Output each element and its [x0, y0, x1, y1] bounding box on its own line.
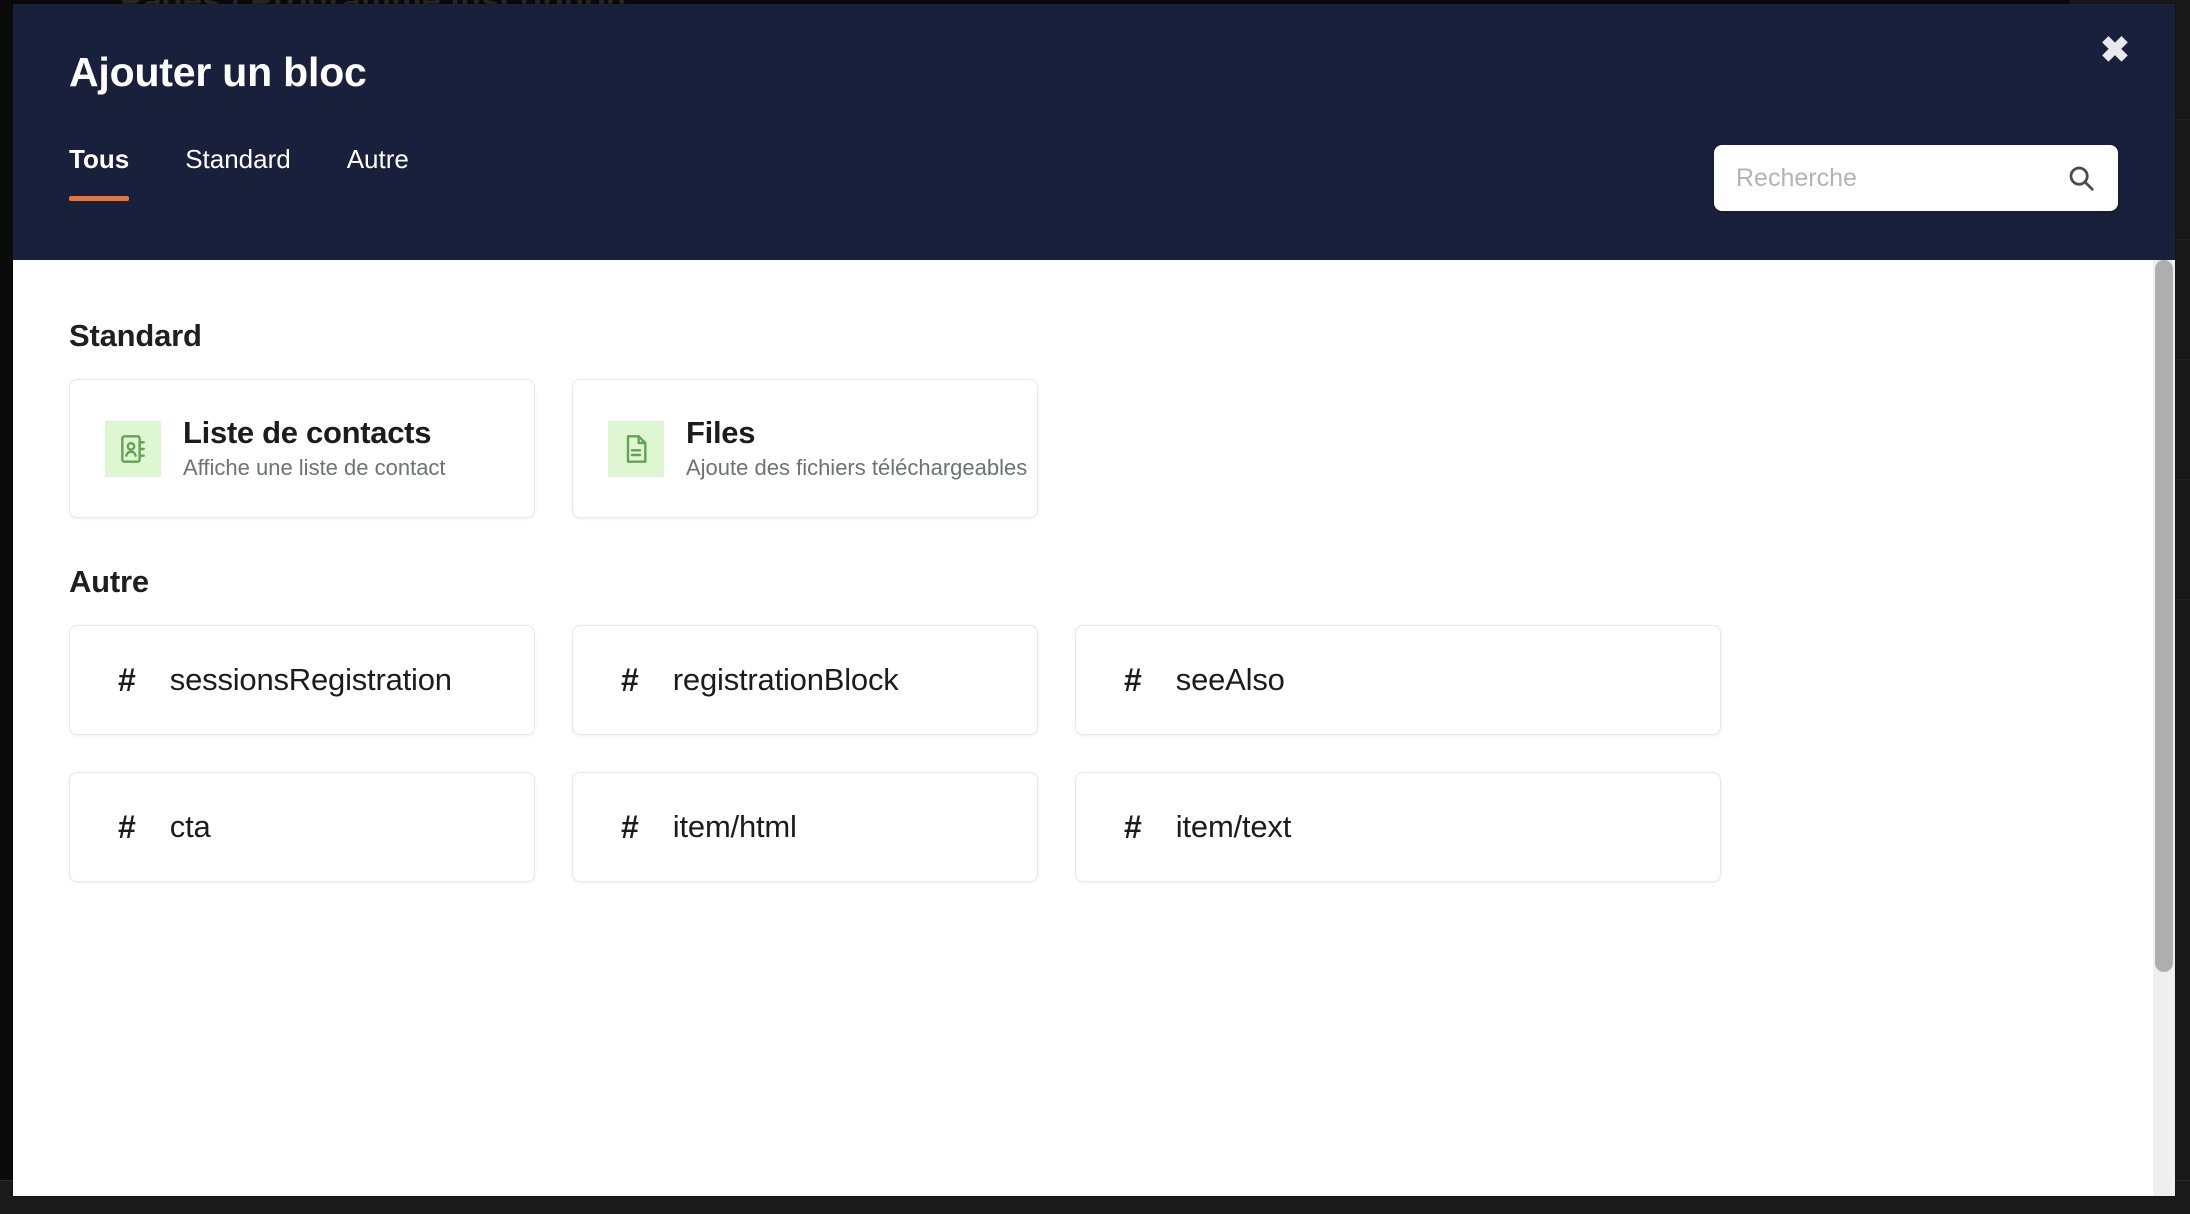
modal-title: Ajouter un bloc [69, 49, 367, 95]
block-card-cta[interactable]: # cta [69, 772, 535, 882]
tab-tous[interactable]: Tous [69, 144, 157, 201]
hash-icon: # [621, 809, 639, 845]
vertical-scrollbar-track[interactable] [2153, 260, 2175, 1196]
section-heading-autre: Autre [69, 564, 149, 599]
search-input[interactable] [1736, 163, 2066, 193]
block-card-sessionsregistration[interactable]: # sessionsRegistration [69, 625, 535, 735]
tab-standard[interactable]: Standard [157, 144, 319, 201]
tab-bar: Tous Standard Autre [69, 144, 437, 201]
add-block-modal: Ajouter un bloc ✖ Tous Standard Autre S [13, 4, 2175, 1196]
section-heading-standard: Standard [69, 318, 202, 353]
file-document-icon [608, 420, 664, 477]
block-card-seealso[interactable]: # seeAlso [1075, 625, 1721, 735]
block-card-liste-de-contacts[interactable]: Liste de contacts Affiche une liste de c… [69, 379, 535, 518]
tab-autre[interactable]: Autre [319, 144, 437, 201]
hash-icon: # [118, 809, 136, 845]
block-card-title: seeAlso [1175, 662, 1285, 697]
vertical-scrollbar-thumb[interactable] [2155, 260, 2173, 972]
block-card-files[interactable]: Files Ajoute des fichiers téléchargeable… [572, 379, 1038, 518]
other-card-grid: # sessionsRegistration # registrationBlo… [69, 625, 2119, 882]
hash-icon: # [118, 662, 136, 698]
hash-icon: # [1124, 662, 1142, 698]
block-card-title: Files [686, 414, 756, 450]
block-card-title: sessionsRegistration [169, 662, 452, 697]
modal-header: Ajouter un bloc ✖ Tous Standard Autre [13, 4, 2175, 260]
block-card-title: Liste de contacts [183, 414, 432, 450]
page-root: Pages / Programme inscription Ajouter un… [0, 0, 2190, 1214]
block-card-title: item/text [1175, 809, 1292, 844]
block-card-registrationblock[interactable]: # registrationBlock [572, 625, 1038, 735]
block-card-description: Affiche une liste de contact [183, 455, 446, 481]
hash-icon: # [621, 662, 639, 698]
close-icon[interactable]: ✖ [2093, 28, 2137, 72]
search-box[interactable] [1714, 145, 2118, 211]
block-card-title: registrationBlock [672, 662, 899, 697]
block-card-item-html[interactable]: # item/html [572, 772, 1038, 882]
address-book-icon [105, 420, 161, 477]
search-icon[interactable] [2066, 163, 2096, 193]
modal-body: Standard Liste de contacts Affiche une l… [13, 260, 2175, 1196]
standard-card-grid: Liste de contacts Affiche une liste de c… [69, 379, 2119, 518]
block-card-description: Ajoute des fichiers téléchargeables [686, 455, 1028, 481]
block-card-item-text[interactable]: # item/text [1075, 772, 1721, 882]
block-card-title: item/html [672, 809, 797, 844]
block-card-title: cta [169, 809, 211, 844]
hash-icon: # [1124, 809, 1142, 845]
